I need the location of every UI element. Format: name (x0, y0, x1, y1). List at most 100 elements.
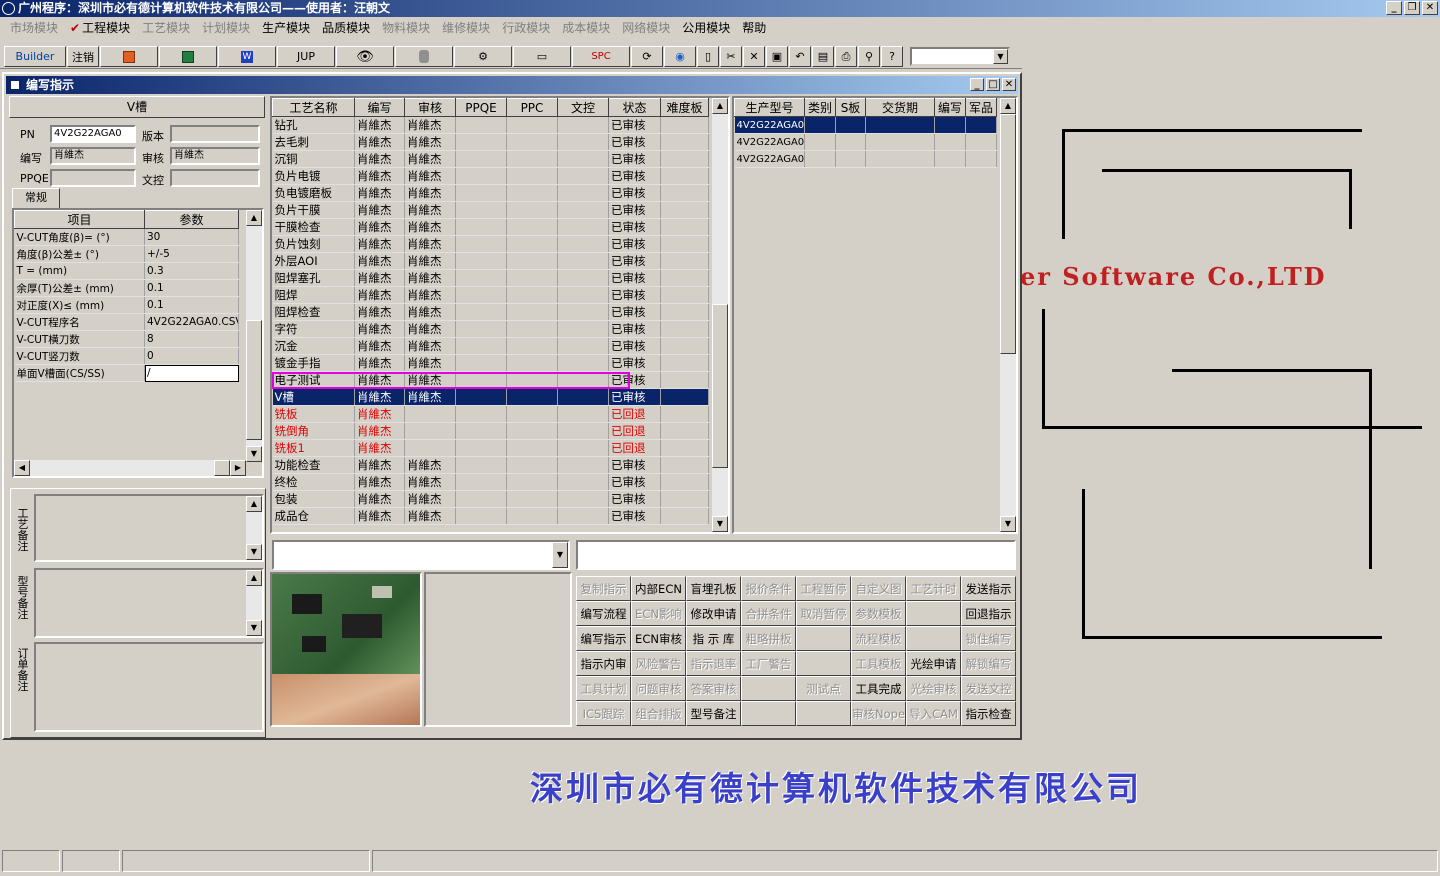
process-wenkong-cell[interactable] (557, 337, 609, 355)
builder-button[interactable]: Builder (4, 46, 66, 67)
process-review-cell[interactable]: 肖維杰 (404, 507, 456, 525)
param-value-cell[interactable]: +/-5 (144, 245, 239, 263)
param-item-cell[interactable]: 余厚(T)公差± (mm) (14, 279, 145, 297)
action-button[interactable]: 工具计划 (576, 676, 631, 701)
param-row[interactable]: 单面V槽面(CS/SS) / (14, 364, 239, 382)
process-wenkong-cell[interactable] (557, 371, 609, 389)
param-item-cell[interactable]: V-CUT竖刀数 (14, 347, 145, 365)
ppqe-field[interactable] (50, 169, 136, 187)
model-column-header[interactable]: 类别 (804, 98, 836, 117)
jup-button[interactable]: JUP (277, 46, 335, 67)
action-button[interactable]: 组合排版 (631, 701, 686, 726)
process-ppc-cell[interactable] (506, 371, 558, 389)
process-author-cell[interactable]: 肖維杰 (354, 303, 405, 321)
process-name-cell[interactable]: 外层AOI (272, 252, 355, 270)
scroll-down-icon[interactable]: ▼ (712, 516, 728, 532)
process-difficulty-cell[interactable] (660, 133, 709, 151)
process-row[interactable]: 阻焊检查 肖維杰 肖維杰 已审核 (272, 303, 709, 321)
param-item-cell[interactable]: 单面V槽面(CS/SS) (14, 364, 145, 382)
process-difficulty-cell[interactable] (660, 303, 709, 321)
process-name-cell[interactable]: 电子测试 (272, 371, 355, 389)
process-review-cell[interactable]: 肖維杰 (404, 490, 456, 508)
model-column-header[interactable]: S板 (835, 98, 866, 117)
process-ppqe-cell[interactable] (455, 405, 507, 423)
process-ppc-cell[interactable] (506, 269, 558, 287)
action-button[interactable]: 审核Nope (851, 701, 906, 726)
process-difficulty-cell[interactable] (660, 167, 709, 185)
process-difficulty-cell[interactable] (660, 422, 709, 440)
action-button[interactable]: 编写流程 (576, 601, 631, 626)
process-ppqe-cell[interactable] (455, 286, 507, 304)
process-ppqe-cell[interactable] (455, 320, 507, 338)
process-ppqe-cell[interactable] (455, 150, 507, 168)
model-cell[interactable] (865, 116, 935, 134)
model-number-cell[interactable]: 4V2G22AGA0 (734, 150, 805, 168)
child-maximize-button[interactable]: □ (986, 78, 1000, 91)
process-row[interactable]: 阻焊塞孔 肖維杰 肖維杰 已审核 (272, 269, 709, 287)
model-cell[interactable] (804, 150, 836, 168)
process-difficulty-cell[interactable] (660, 507, 709, 525)
param-item-cell[interactable]: V-CUT横刀数 (14, 330, 145, 348)
process-review-cell[interactable] (404, 405, 456, 423)
preview-icon[interactable]: ▤ (812, 46, 834, 67)
process-ppqe-cell[interactable] (455, 490, 507, 508)
process-author-cell[interactable]: 肖維杰 (354, 252, 405, 270)
process-ppc-cell[interactable] (506, 133, 558, 151)
model-cell[interactable] (835, 133, 866, 151)
process-ppqe-cell[interactable] (455, 252, 507, 270)
process-column-header[interactable]: 难度板 (660, 98, 709, 117)
process-status-cell[interactable]: 已审核 (608, 269, 661, 287)
process-difficulty-cell[interactable] (660, 388, 709, 406)
action-button[interactable]: 指 示 库 (686, 626, 741, 651)
process-difficulty-cell[interactable] (660, 252, 709, 270)
process-author-cell[interactable]: 肖維杰 (354, 337, 405, 355)
scroll-left-icon[interactable]: ◀ (14, 460, 30, 476)
scroll-down-icon[interactable]: ▼ (1000, 516, 1016, 532)
process-status-cell[interactable]: 已审核 (608, 456, 661, 474)
process-review-cell[interactable]: 肖維杰 (404, 235, 456, 253)
process-wenkong-cell[interactable] (557, 286, 609, 304)
process-row[interactable]: 字符 肖維杰 肖維杰 已审核 (272, 320, 709, 338)
process-status-cell[interactable]: 已审核 (608, 218, 661, 236)
action-button[interactable]: 粗略拼板 (741, 626, 796, 651)
process-name-cell[interactable]: 负片蚀刻 (272, 235, 355, 253)
process-name-cell[interactable]: 功能检查 (272, 456, 355, 474)
param-value-cell[interactable]: / (144, 364, 239, 382)
process-row[interactable]: 铣板 肖維杰 已回退 (272, 405, 709, 423)
print-icon[interactable]: ⎙ (835, 46, 857, 67)
process-ppc-cell[interactable] (506, 286, 558, 304)
process-status-cell[interactable]: 已审核 (608, 150, 661, 168)
action-button[interactable]: 工具完成 (851, 676, 906, 701)
action-button[interactable]: 风险警告 (631, 651, 686, 676)
process-difficulty-cell[interactable] (660, 371, 709, 389)
process-ppc-cell[interactable] (506, 473, 558, 491)
menu-item[interactable]: 成本模块 (556, 19, 616, 36)
process-name-cell[interactable]: 干膜检查 (272, 218, 355, 236)
process-name-cell[interactable]: 负电镀磨板 (272, 184, 355, 202)
param-value-cell[interactable]: 4V2G22AGA0.CSV (144, 313, 239, 331)
process-wenkong-cell[interactable] (557, 235, 609, 253)
model-number-cell[interactable]: 4V2G22AGA0 (734, 116, 805, 134)
action-button[interactable]: 复制指示 (576, 576, 631, 601)
process-author-cell[interactable]: 肖維杰 (354, 269, 405, 287)
param-value-cell[interactable]: 0.1 (144, 279, 239, 297)
process-column-header[interactable]: 状态 (608, 98, 661, 117)
process-name-cell[interactable]: 钻孔 (272, 116, 355, 134)
process-ppqe-cell[interactable] (455, 303, 507, 321)
process-ppc-cell[interactable] (506, 252, 558, 270)
model-column-header[interactable]: 生产型号 (734, 98, 805, 117)
word-icon[interactable]: W (218, 46, 276, 67)
excel-icon[interactable] (159, 46, 217, 67)
process-ppc-cell[interactable] (506, 167, 558, 185)
process-status-cell[interactable]: 已审核 (608, 201, 661, 219)
process-difficulty-cell[interactable] (660, 473, 709, 491)
scroll-thumb[interactable] (1000, 114, 1016, 354)
process-difficulty-cell[interactable] (660, 456, 709, 474)
process-ppc-cell[interactable] (506, 218, 558, 236)
process-difficulty-cell[interactable] (660, 218, 709, 236)
process-review-cell[interactable] (404, 422, 456, 440)
process-row[interactable]: 负片干膜 肖維杰 肖維杰 已审核 (272, 201, 709, 219)
action-button[interactable] (906, 626, 961, 651)
process-status-cell[interactable]: 已回退 (608, 422, 661, 440)
process-wenkong-cell[interactable] (557, 405, 609, 423)
